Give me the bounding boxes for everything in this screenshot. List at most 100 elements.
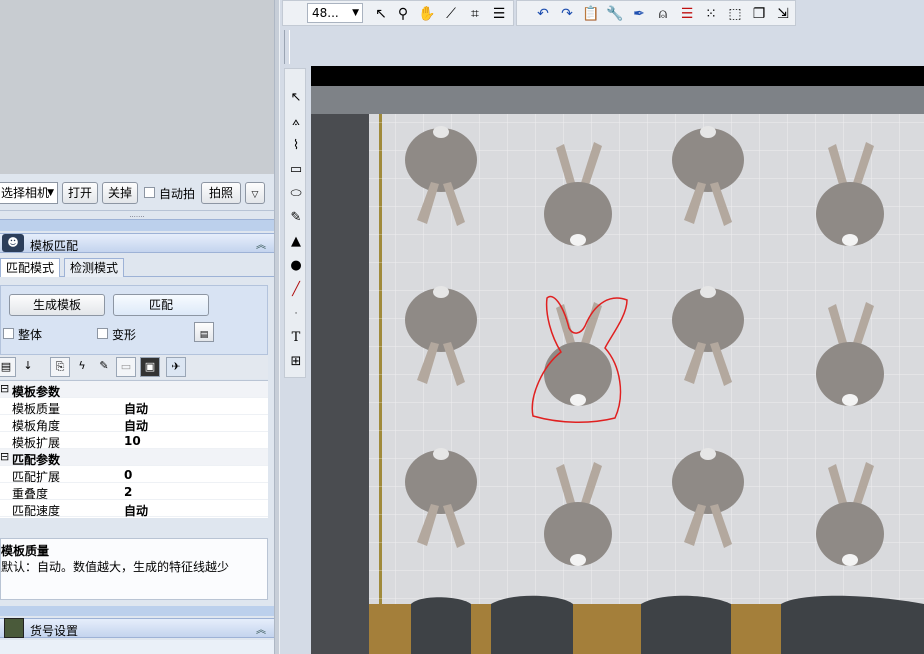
small-dot-icon[interactable]: · [286, 303, 306, 325]
book-icon [4, 618, 24, 638]
layers-icon[interactable]: ❐ [749, 4, 769, 24]
paste-icon[interactable]: 📋 [581, 4, 601, 24]
auto-capture-checkbox[interactable] [144, 187, 155, 198]
ruler-icon[interactable]: ⟋ [441, 4, 461, 24]
left-panel: 选择相机 ▼ 打开 关掉 自动拍 拍照 ▽ ....... ☻ 模板匹配 ︽ 匹… [0, 0, 274, 654]
crop-icon[interactable]: ⌗ [465, 4, 485, 24]
property-value: 2 [124, 485, 133, 499]
bell-icon[interactable]: ⍝ [653, 4, 673, 24]
list-icon[interactable]: ☰ [489, 4, 509, 24]
line-icon[interactable]: ╱ [286, 279, 306, 301]
export-icon[interactable]: ⇲ [773, 4, 793, 24]
camera-select-label: 选择相机 [1, 186, 50, 200]
panel-icon[interactable]: ▭ [116, 357, 136, 377]
camera-select[interactable]: 选择相机 ▼ [0, 182, 58, 204]
generate-template-button[interactable]: 生成模板 [9, 294, 105, 316]
chevron-down-icon: ▼ [47, 188, 54, 198]
whole-label: 整体 [18, 328, 43, 342]
pointer-icon[interactable]: ↖ [371, 4, 391, 24]
dropdown-menu-icon: ▽ [251, 190, 259, 200]
property-value: 自动 [124, 504, 149, 518]
dots-grid-icon[interactable]: ⁙ [701, 4, 721, 24]
close-button[interactable]: 关掉 [102, 182, 138, 204]
property-row[interactable]: 匹配速度 自动 [0, 500, 268, 518]
panel-splitter [0, 219, 274, 231]
collapse-icon[interactable]: ︽ [256, 236, 266, 251]
undo-icon[interactable]: ↶ [533, 4, 553, 24]
property-row[interactable]: 模板角度 自动 [0, 415, 268, 433]
sku-panel-body [0, 640, 274, 654]
match-mode-body: 生成模板 匹配 整体 变形 ▤ [0, 285, 268, 355]
template-panel-title: 模板匹配 [30, 239, 79, 253]
property-row[interactable]: 重叠度 2 [0, 483, 268, 501]
property-value: 0 [124, 468, 133, 482]
table-icon[interactable]: ⊞ [286, 351, 306, 373]
edit-toolbar: ↶ ↷ 📋 🔧 ✒ ⍝ ☰ ⁙ ⬚ ❐ ⇲ [516, 0, 796, 26]
camera-menu-button[interactable]: ▽ [245, 182, 265, 204]
property-row[interactable]: 模板质量 自动 [0, 398, 268, 416]
property-row[interactable]: 匹配扩展 0 [0, 466, 268, 484]
categorized-icon[interactable]: ▤ [0, 357, 16, 377]
collapse-icon[interactable]: ︽ [256, 621, 266, 636]
auto-capture-label: 自动拍 [159, 187, 196, 201]
sku-panel-header[interactable]: 货号设置 ︽ [0, 618, 274, 638]
options-button[interactable]: ▤ [194, 322, 214, 342]
toolbar-grip[interactable] [284, 30, 290, 64]
pin-icon[interactable]: ✈ [166, 357, 186, 377]
hand-icon[interactable]: ✋ [417, 4, 437, 24]
wrench-icon[interactable]: ✎ [94, 357, 114, 377]
zoom-value: 48... [312, 6, 339, 20]
capture-button[interactable]: 拍照 [201, 182, 241, 204]
property-row[interactable]: 模板扩展 10 [0, 432, 268, 450]
wrench-icon[interactable]: 🔧 [605, 4, 625, 24]
sort-alpha-icon[interactable]: ↓ [18, 357, 38, 377]
tab-match-mode[interactable]: 匹配模式 [0, 258, 61, 277]
property-description: 模板质量 默认：自动。数值越大，生成的特征线越少 [0, 538, 268, 600]
open-button[interactable]: 打开 [62, 182, 98, 204]
mode-tabs: 匹配模式 检测模式 [0, 257, 274, 277]
property-category[interactable]: ⊟ 匹配参数 [0, 449, 268, 467]
template-panel-header[interactable]: ☻ 模板匹配 ︽ [0, 233, 274, 253]
zoom-icon[interactable]: ⚲ [393, 4, 413, 24]
drawing-toolbar: ↖ ⟑ ⌇ ▭ ⬭ ✎ ▲ ● ╱ · T ⊞ [284, 68, 306, 378]
deform-label: 变形 [112, 328, 137, 342]
camera-preview [0, 0, 274, 174]
pipette-icon[interactable]: ✒ [629, 4, 649, 24]
collapse-toggle-icon[interactable]: ⊟ [0, 450, 9, 463]
rectangle-icon[interactable]: ▭ [286, 159, 306, 181]
polyline-icon[interactable]: ⟑ [286, 111, 306, 133]
property-category[interactable]: ⊟ 模板参数 [0, 381, 268, 399]
tab-detect-mode[interactable]: 检测模式 [64, 258, 125, 277]
panel-divider-grip[interactable]: ....... [0, 210, 274, 219]
select-region-icon[interactable]: ⬚ [725, 4, 745, 24]
property-key: 匹配速度 [12, 504, 61, 518]
user-icon: ☻ [2, 234, 24, 252]
pen-icon[interactable]: ✎ [286, 207, 306, 229]
collapse-toggle-icon[interactable]: ⊟ [0, 382, 9, 395]
sphere-icon[interactable]: ● [286, 255, 306, 277]
copy-icon[interactable]: ⎘ [50, 357, 70, 377]
whole-checkbox[interactable] [3, 328, 14, 339]
deform-checkbox[interactable] [97, 328, 108, 339]
main-splitter[interactable] [274, 0, 280, 654]
chevron-down-icon: ▼ [352, 8, 359, 18]
select-arrow-icon[interactable]: ↖ [286, 87, 306, 109]
node-edit-icon[interactable]: ⌇ [286, 135, 306, 157]
image-canvas[interactable] [311, 66, 924, 654]
match-button[interactable]: 匹配 [113, 294, 209, 316]
lightning-icon[interactable]: ϟ [72, 357, 92, 377]
save-icon[interactable]: ▣ [140, 357, 160, 377]
stripes-icon[interactable]: ☰ [677, 4, 697, 24]
sku-panel-title: 货号设置 [30, 624, 79, 638]
camera-toolbar: 选择相机 ▼ 打开 关掉 自动拍 拍照 ▽ [0, 180, 274, 206]
description-title: 模板质量 [1, 544, 50, 558]
property-grid: ⊟ 模板参数 模板质量 自动 模板角度 自动 模板扩展 10 ⊟ 匹配参数 匹配… [0, 380, 268, 518]
zoom-select[interactable]: 48... ▼ [307, 3, 363, 23]
triangle-icon[interactable]: ▲ [286, 231, 306, 253]
text-icon[interactable]: T [286, 327, 306, 349]
property-toolbar: ▤ ↓ ⎘ ϟ ✎ ▭ ▣ ✈ [0, 355, 268, 379]
panel-splitter [0, 606, 274, 616]
redo-icon[interactable]: ↷ [557, 4, 577, 24]
ellipse-icon[interactable]: ⬭ [286, 183, 306, 205]
fabric-image [311, 66, 924, 654]
